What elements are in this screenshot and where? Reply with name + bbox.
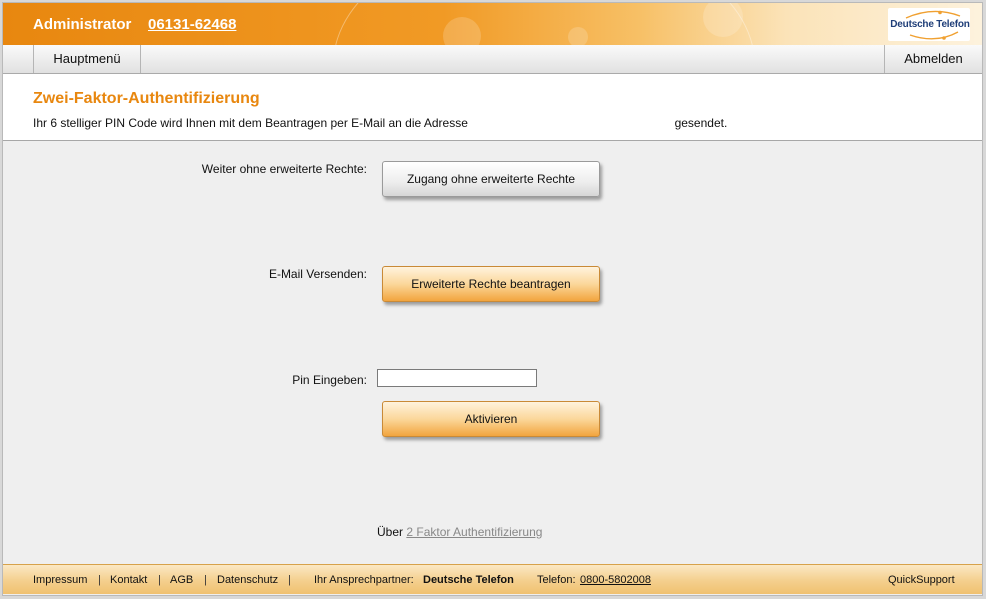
access-without-rights-button[interactable]: Zugang ohne erweiterte Rechte	[382, 161, 600, 197]
app-window: Administrator 06131-62468 Deutsche Telef…	[2, 2, 983, 596]
footer-datenschutz-link[interactable]: Datenschutz	[217, 574, 278, 586]
email-send-label: E-Mail Versenden:	[268, 267, 367, 281]
header-decoration	[568, 27, 588, 45]
two-factor-info-link[interactable]: 2 Faktor Authentifizierung	[406, 525, 542, 539]
intro-text-after: gesendet.	[674, 116, 728, 130]
nav-bar: Hauptmenü Abmelden	[3, 45, 982, 74]
activate-button[interactable]: Aktivieren	[382, 401, 600, 437]
pin-label: Pin Eingeben:	[292, 373, 367, 387]
no-rights-label: Weiter ohne erweiterte Rechte:	[201, 162, 367, 176]
main-menu-button[interactable]: Hauptmenü	[33, 45, 141, 73]
intro-text: Ihr 6 stelliger PIN Code wird Ihnen mit …	[33, 116, 727, 130]
user-role-label: Administrator	[33, 16, 132, 33]
about-line: Über 2 Faktor Authentifizierung	[377, 525, 542, 539]
intro-text-before: Ihr 6 stelliger PIN Code wird Ihnen mit …	[33, 116, 468, 130]
title-panel: Zwei-Faktor-Authentifizierung Ihr 6 stel…	[3, 74, 982, 141]
footer-bar: Impressum | Kontakt | AGB | Datenschutz …	[3, 564, 982, 594]
footer-separator: |	[288, 574, 291, 586]
footer-phone-link[interactable]: 0800-5802008	[580, 574, 651, 586]
page-title: Zwei-Faktor-Authentifizierung	[33, 90, 260, 107]
footer-impressum-link[interactable]: Impressum	[33, 574, 87, 586]
footer-separator: |	[158, 574, 161, 586]
user-phone-link[interactable]: 06131-62468	[148, 16, 236, 33]
logout-button[interactable]: Abmelden	[884, 45, 982, 73]
footer-partner-label: Ihr Ansprechpartner:	[314, 574, 414, 586]
footer-quicksupport-link[interactable]: QuickSupport	[888, 574, 955, 586]
header-bar: Administrator 06131-62468 Deutsche Telef…	[3, 3, 982, 45]
footer-phone-label: Telefon:	[537, 574, 576, 586]
request-rights-button[interactable]: Erweiterte Rechte beantragen	[382, 266, 600, 302]
header-decoration	[333, 3, 755, 45]
footer-partner-name: Deutsche Telefon	[423, 574, 514, 586]
footer-agb-link[interactable]: AGB	[170, 574, 193, 586]
about-prefix: Über	[377, 525, 404, 539]
footer-separator: |	[204, 574, 207, 586]
pin-input[interactable]	[377, 369, 537, 387]
logo-text: Deutsche Telefon	[890, 19, 970, 30]
footer-kontakt-link[interactable]: Kontakt	[110, 574, 147, 586]
footer-separator: |	[98, 574, 101, 586]
company-logo: Deutsche Telefon	[888, 8, 970, 41]
